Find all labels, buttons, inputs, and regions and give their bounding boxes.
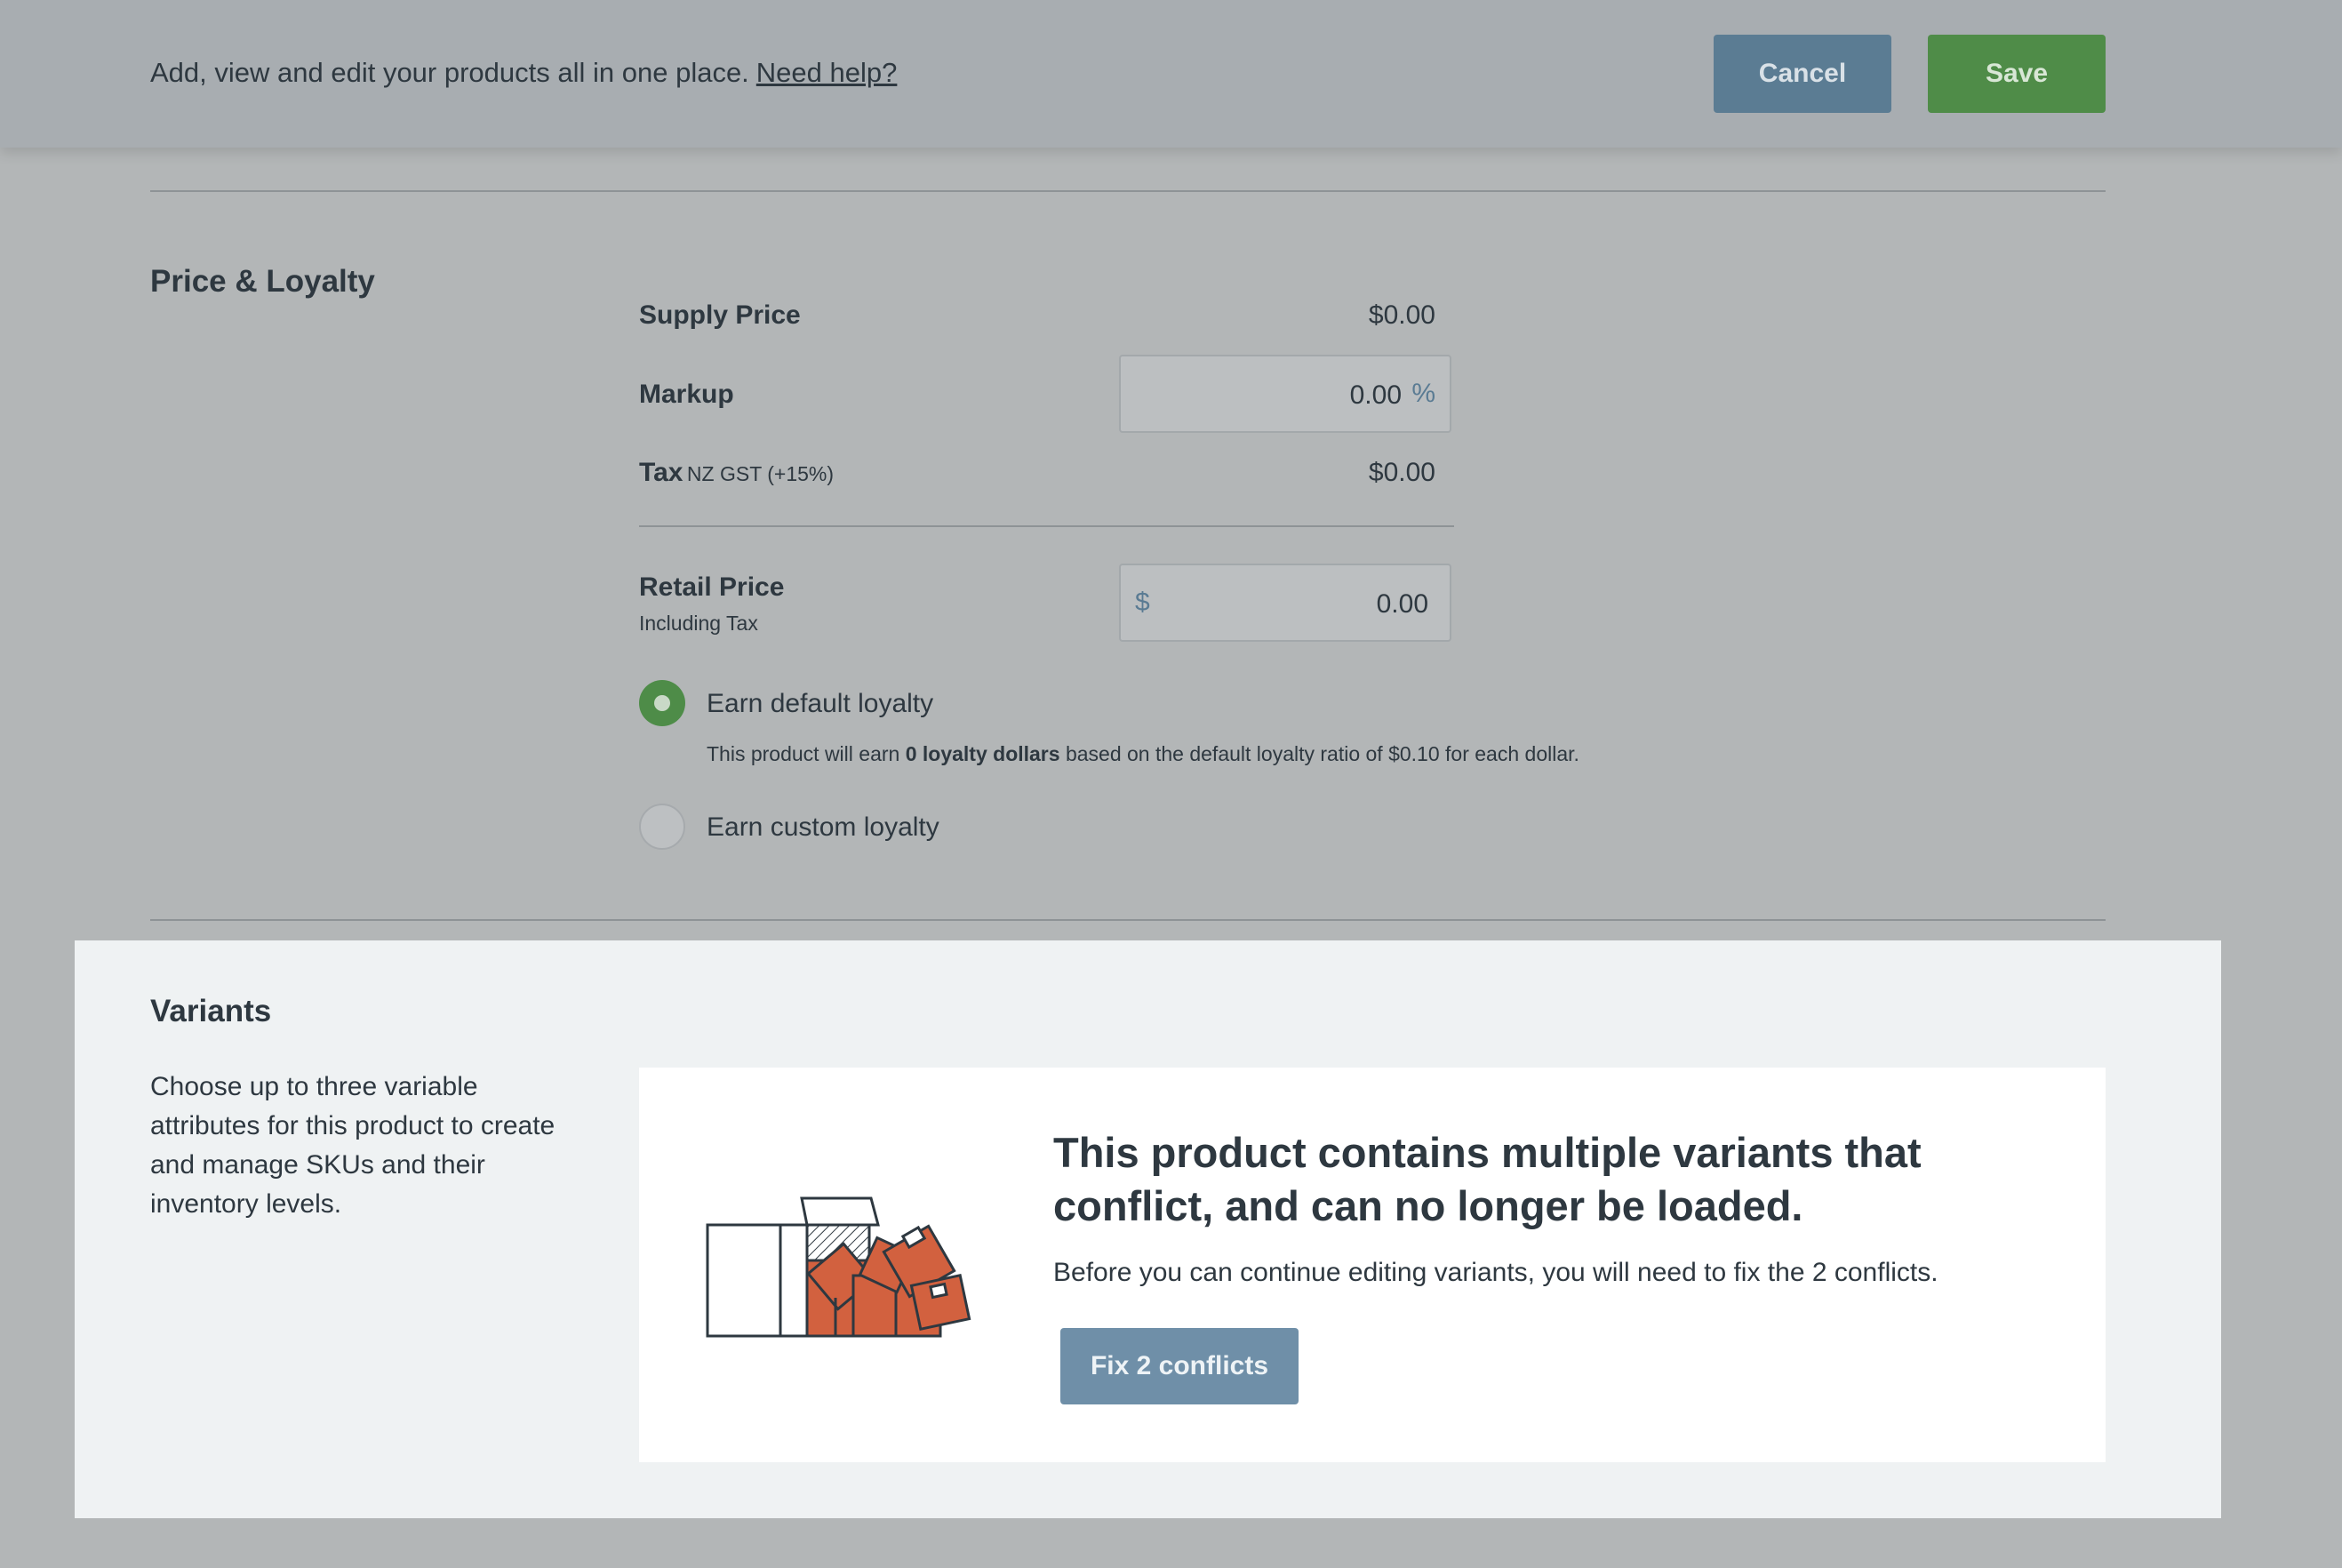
header-description-text: Add, view and edit your products all in … — [150, 57, 749, 88]
price-divider — [639, 525, 1454, 527]
percent-unit: % — [1411, 379, 1435, 408]
tax-row-label: Tax NZ GST (+15%) — [639, 458, 834, 488]
loyalty-note-prefix: This product will earn — [707, 742, 900, 765]
earn-default-loyalty-radio[interactable] — [639, 680, 685, 726]
fix-conflicts-button[interactable]: Fix 2 conflicts — [1060, 1328, 1299, 1404]
retail-price-input[interactable]: $ 0.00 — [1119, 564, 1451, 642]
price-loyalty-title: Price & Loyalty — [150, 264, 375, 299]
earn-custom-loyalty-label[interactable]: Earn custom loyalty — [707, 812, 939, 843]
tax-detail: NZ GST (+15%) — [686, 462, 835, 485]
section-divider-bottom — [150, 919, 2106, 921]
need-help-link[interactable]: Need help? — [756, 57, 898, 88]
section-divider-top — [150, 190, 2106, 192]
top-header-bar: Add, view and edit your products all in … — [0, 0, 2342, 148]
loyalty-note-amount: 0 loyalty dollars — [905, 742, 1060, 765]
conflict-title: This product contains multiple variants … — [1053, 1129, 1922, 1229]
supply-price-label: Supply Price — [639, 300, 801, 330]
header-description: Add, view and edit your products all in … — [150, 57, 897, 89]
variants-title: Variants — [150, 994, 272, 1028]
tax-value: $0.00 — [1368, 458, 1435, 487]
cancel-button[interactable]: Cancel — [1714, 35, 1891, 113]
markup-label: Markup — [639, 380, 734, 409]
currency-symbol: $ — [1135, 588, 1150, 617]
conflict-description: Before you can continue editing variants… — [1053, 1258, 1938, 1287]
supply-price-value: $0.00 — [1368, 300, 1435, 330]
retail-price-label: Retail Price — [639, 572, 785, 602]
loyalty-note-suffix: based on the default loyalty ratio of $0… — [1065, 742, 1579, 765]
markup-value: 0.00 — [1349, 380, 1402, 410]
loyalty-note: This product will earn 0 loyalty dollars… — [707, 742, 1579, 766]
save-button[interactable]: Save — [1928, 35, 2106, 113]
earn-custom-loyalty-radio[interactable] — [639, 804, 685, 850]
tax-label: Tax — [639, 458, 683, 487]
markup-input[interactable]: 0.00 % — [1119, 355, 1451, 433]
earn-default-loyalty-label[interactable]: Earn default loyalty — [707, 689, 933, 719]
retail-price-sublabel: Including Tax — [639, 612, 758, 635]
retail-price-value: 0.00 — [1376, 589, 1428, 619]
boxes-illustration-icon — [706, 1196, 971, 1338]
variants-description: Choose up to three variable attributes f… — [150, 1072, 556, 1219]
